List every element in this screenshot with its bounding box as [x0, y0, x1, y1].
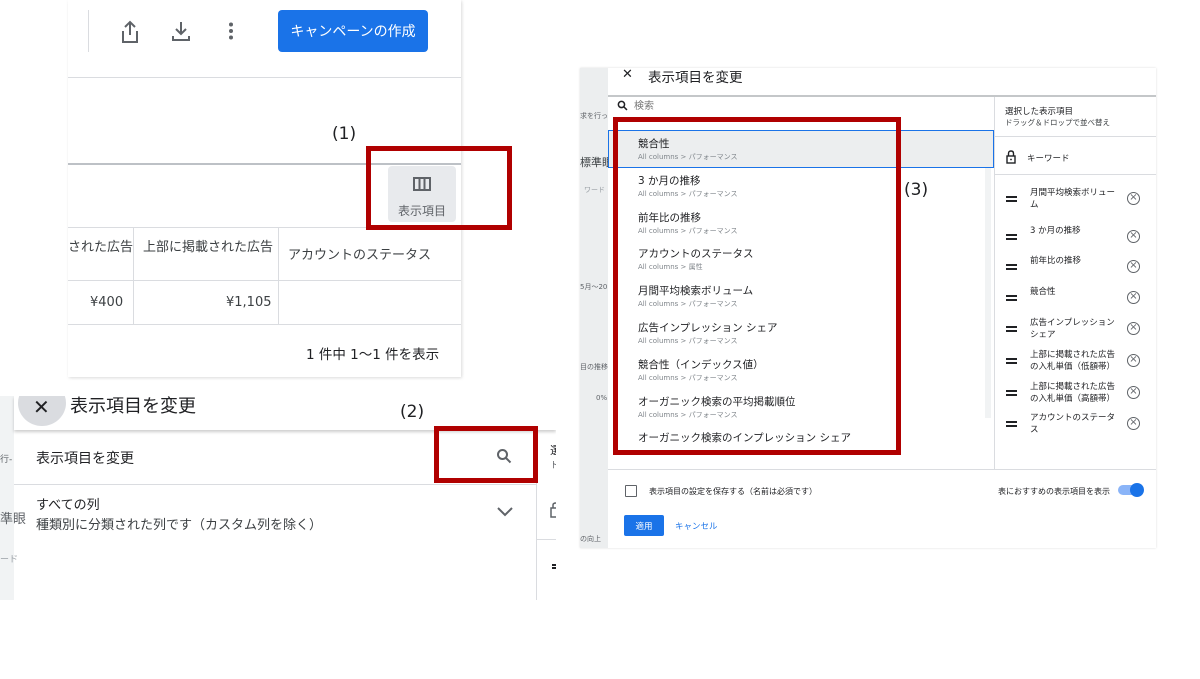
drag-handle-icon[interactable] [1006, 196, 1017, 202]
table-header[interactable]: 上部に掲載された広告 [143, 236, 273, 255]
selected-column-label: 上部に掲載された広告の入札単価（高額帯） [1030, 382, 1116, 404]
selected-header: 選択した表示項目 [1005, 107, 1074, 117]
more-vert-icon[interactable] [228, 22, 234, 40]
share-icon[interactable] [120, 20, 140, 44]
step-label-2: (2) [400, 402, 425, 422]
bg-text: 目の推移 [580, 363, 608, 371]
dialog-header-title: 表示項目を変更 [70, 396, 196, 417]
scrollbar-track[interactable] [985, 168, 991, 418]
bg-text: の向上 [580, 535, 601, 543]
recommended-columns-toggle[interactable] [1118, 483, 1144, 497]
recommended-columns-label: 表におすすめの表示項目を表示 [998, 487, 1110, 496]
page-bg-strip [580, 68, 608, 548]
divider [994, 97, 995, 469]
highlight-box-column-list [613, 117, 901, 455]
create-campaign-button[interactable]: キャンペーンの作成 [278, 10, 428, 52]
remove-column-icon[interactable]: × [1127, 386, 1140, 399]
locked-column-keyword: キーワード [1027, 154, 1070, 164]
bg-text: ト [550, 461, 556, 471]
all-columns-desc: 種類別に分類された列です（カスタム列を除く） [36, 518, 323, 533]
download-icon[interactable] [171, 20, 191, 42]
table-header[interactable]: された広告 [68, 236, 133, 255]
drag-handle-icon[interactable] [1006, 358, 1017, 364]
selected-column-label: 前年比の推移 [1030, 256, 1082, 266]
header-shadow [608, 95, 1156, 97]
remove-column-icon[interactable]: × [1127, 291, 1140, 304]
divider [68, 77, 461, 78]
table-border [68, 280, 461, 281]
drag-handle-icon[interactable] [1006, 264, 1017, 270]
remove-column-icon[interactable]: × [1127, 417, 1140, 430]
page-bg-strip [0, 396, 14, 600]
bg-text: 0% [596, 394, 608, 402]
search-icon [617, 100, 628, 111]
toggle-knob [1130, 483, 1144, 497]
column-search-input[interactable] [634, 98, 934, 114]
dialog-title: 表示項目を変更 [36, 451, 134, 467]
table-cell: ¥1,105 [226, 295, 272, 310]
col-separator [133, 227, 134, 324]
remove-column-icon[interactable]: × [1127, 322, 1140, 335]
selected-column-label: 月間平均検索ボリューム [1030, 188, 1116, 210]
bg-text: 5月〜20 [580, 283, 608, 291]
table-header[interactable]: アカウントのステータス [288, 244, 431, 263]
bg-text: 求を行っ [580, 112, 608, 120]
save-settings-checkbox[interactable] [625, 485, 637, 497]
remove-column-icon[interactable]: × [1127, 230, 1140, 243]
table-border [68, 324, 461, 325]
lock-icon [550, 502, 556, 518]
bg-text: 行- [0, 455, 13, 465]
selected-column-label: 3 か月の推移 [1030, 226, 1081, 236]
remove-column-icon[interactable]: × [1127, 192, 1140, 205]
selected-column-label: 競合性 [1030, 287, 1056, 297]
divider [995, 174, 1156, 175]
drag-handle-icon[interactable] [1006, 390, 1017, 396]
all-columns-title[interactable]: すべての列 [36, 494, 100, 513]
divider [14, 484, 536, 485]
drag-handle-icon [552, 564, 556, 569]
col-separator [278, 227, 279, 324]
remove-column-icon[interactable]: × [1127, 260, 1140, 273]
step-label-3: (3) [904, 180, 929, 200]
toolbar-divider [88, 10, 89, 52]
drag-handle-icon[interactable] [1006, 421, 1017, 427]
drag-handle-icon[interactable] [1006, 295, 1017, 301]
cancel-button[interactable]: キャンセル [675, 520, 718, 532]
apply-button-label: 適用 [635, 521, 653, 532]
divider [995, 136, 1156, 137]
dialog-title: 表示項目を変更 [648, 70, 743, 86]
close-icon[interactable]: ✕ [622, 68, 633, 82]
selected-column-label: 広告インプレッション シェア [1030, 318, 1115, 340]
table-cell: ¥400 [90, 295, 124, 310]
pagination-label: 1 件中 1〜1 件を表示 [306, 347, 440, 363]
lock-icon [1006, 150, 1016, 164]
bg-text: 選 [550, 444, 556, 457]
divider [608, 469, 1156, 470]
drag-handle-icon[interactable] [1006, 326, 1017, 332]
close-icon: ✕ [33, 396, 50, 419]
step-label-1: (1) [332, 124, 357, 144]
apply-button[interactable]: 適用 [624, 515, 664, 536]
selected-column-label: アカウントのステータス [1030, 413, 1116, 435]
bg-text: ワード [584, 186, 605, 194]
drag-handle-icon[interactable] [1006, 234, 1017, 240]
bg-text: ード [0, 555, 19, 565]
selected-subheader: ドラッグ＆ドロップで並べ替え [1005, 118, 1110, 127]
bg-text: 準眼 [0, 512, 27, 527]
highlight-box-columns-button [366, 146, 512, 230]
selected-column-label: 上部に掲載された広告の入札単価（低額帯） [1030, 350, 1116, 372]
save-settings-label: 表示項目の設定を保存する（名前は必須です） [649, 487, 817, 496]
highlight-box-search [434, 426, 538, 483]
chevron-down-icon[interactable] [497, 507, 513, 517]
divider [536, 539, 556, 540]
remove-column-icon[interactable]: × [1127, 354, 1140, 367]
